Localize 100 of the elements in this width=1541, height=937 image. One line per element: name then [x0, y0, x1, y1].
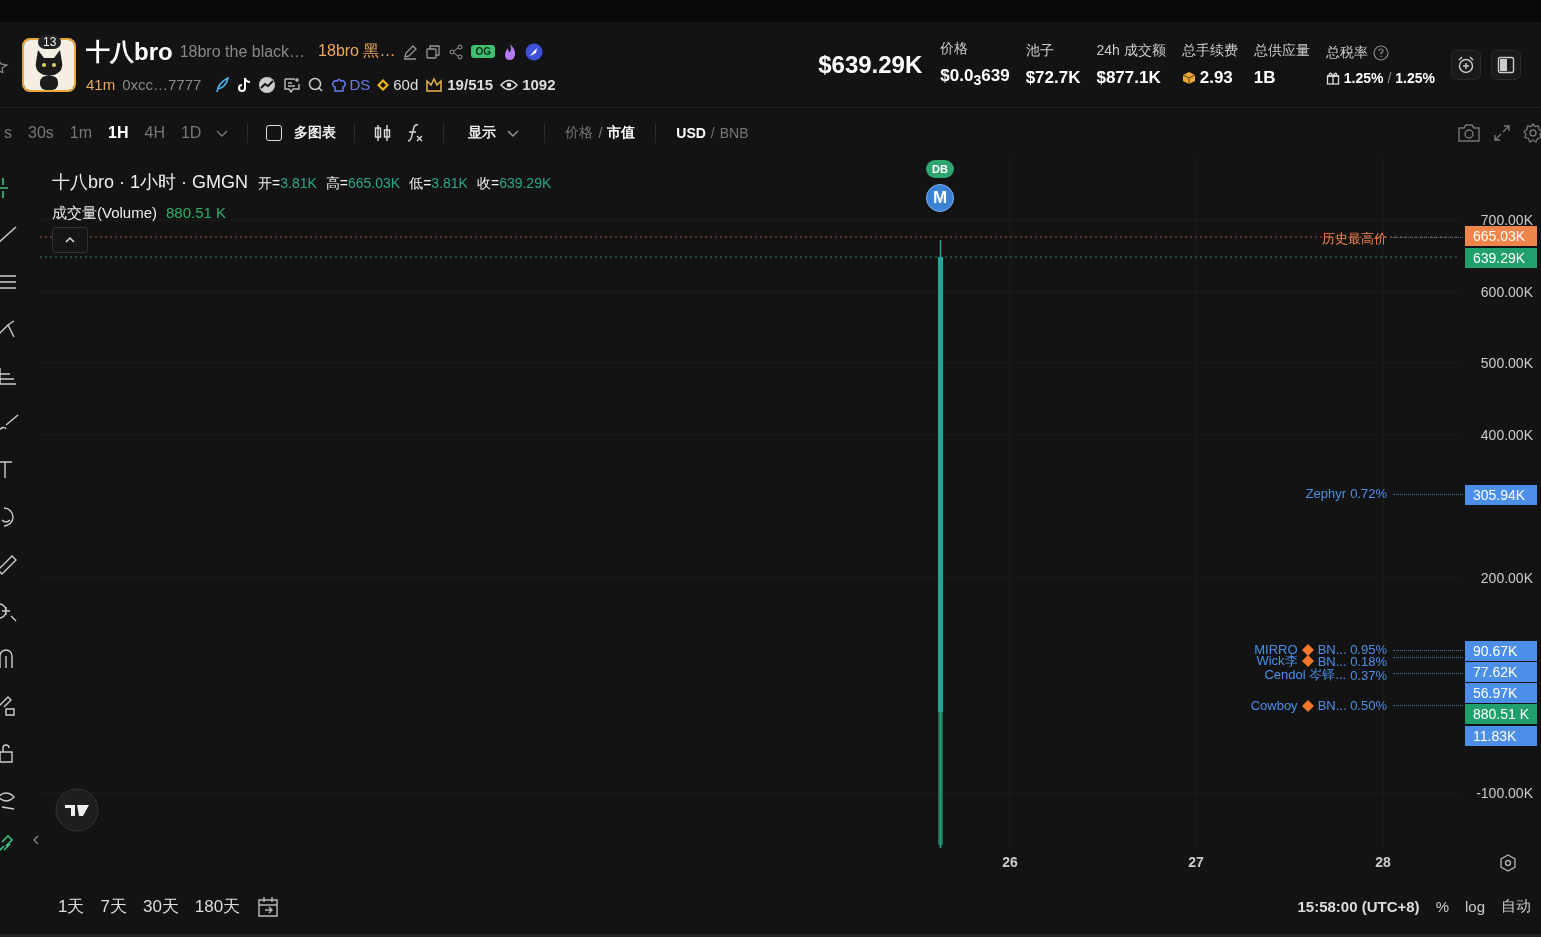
display-dropdown[interactable]: 显示: [462, 123, 527, 143]
auto-toggle[interactable]: 自动: [1501, 897, 1531, 916]
crown-icon: [425, 76, 444, 93]
price-axis-label: 200.00K: [1480, 570, 1533, 586]
time-zone-label[interactable]: 15:58:00 (UTC+8): [1297, 898, 1420, 915]
token-full-name: 18bro the black…: [179, 42, 306, 61]
token-age: 41m: [86, 76, 116, 93]
interval-tab[interactable]: 30s: [26, 124, 56, 142]
camera-icon[interactable]: [1457, 123, 1481, 143]
panel-toggle-button[interactable]: [1491, 49, 1521, 80]
ohlc-value: 639.29K: [499, 175, 552, 191]
alarm-add-button[interactable]: [1451, 49, 1481, 80]
interval-tab[interactable]: 1D: [178, 124, 204, 142]
separator: /: [1387, 69, 1392, 86]
chart-title: 十八bro · 1小时 · GMGN: [52, 171, 248, 194]
price-mode-toggle[interactable]: 价格: [563, 124, 596, 142]
price-mode-toggle[interactable]: 市值: [605, 124, 638, 142]
stat-label: 24h 成交额: [1096, 41, 1166, 60]
ohlc-value: 3.81K: [431, 175, 468, 191]
price-tag: 639.29K: [1465, 248, 1537, 268]
chevron-down-icon[interactable]: [215, 128, 230, 138]
range-button[interactable]: 7天: [100, 895, 127, 918]
price-axis-label: 400.00K: [1480, 427, 1533, 443]
music-note-icon[interactable]: [237, 76, 252, 93]
interval-tab[interactable]: 4H: [142, 124, 167, 142]
range-button[interactable]: 30天: [142, 895, 179, 918]
trade-marker[interactable]: M: [926, 184, 954, 212]
gift-icon: [1325, 70, 1340, 85]
stat-value: $72.7K: [1025, 67, 1081, 88]
chart-circle-icon[interactable]: [258, 75, 277, 94]
checkbox[interactable]: [266, 125, 283, 141]
time-axis-label: 26: [1001, 854, 1019, 870]
bnb-icon: [377, 78, 390, 91]
time-axis-label: 27: [1187, 854, 1205, 870]
chat-plus-icon[interactable]: [283, 76, 302, 93]
currency-toggle[interactable]: BNB: [717, 125, 751, 141]
price-tag: 880.51 K: [1465, 704, 1537, 724]
stat-label: 价格: [940, 40, 969, 59]
diamond-icon: [1301, 643, 1314, 656]
range-button[interactable]: 180天: [194, 895, 241, 918]
stat-value: $0.0$_{3}$639: [940, 66, 1010, 89]
collapse-button[interactable]: [52, 227, 88, 253]
multi-chart-label[interactable]: 多图表: [294, 124, 337, 142]
price-tag: 11.83K: [1465, 726, 1537, 746]
ohlc-label: 低=: [409, 175, 432, 193]
volume-value: 880.51 K: [166, 204, 227, 221]
settings-icon[interactable]: [1523, 123, 1541, 143]
feather-icon[interactable]: [214, 76, 231, 93]
chef-hat-icon: [331, 76, 348, 93]
cube-icon: [1181, 70, 1196, 85]
ohlc-label: 高=: [325, 175, 348, 193]
search-icon[interactable]: [308, 76, 325, 93]
chain-age: 60d: [377, 76, 419, 93]
percent-toggle[interactable]: %: [1435, 898, 1449, 915]
price-tag: 56.97K: [1465, 683, 1537, 703]
count-badge: 13: [38, 34, 62, 49]
ohlc-label: 收=: [476, 175, 500, 193]
ohlc-label: 开=: [258, 175, 281, 193]
price-tag: 90.67K: [1465, 641, 1537, 661]
calendar-icon[interactable]: [256, 895, 281, 918]
stat-label: 总供应量: [1253, 41, 1310, 60]
interval-tab[interactable]: 1m: [67, 124, 95, 142]
market-cap: $639.29K: [818, 50, 923, 79]
price-tag: 665.03K: [1465, 226, 1537, 246]
price-axis-label: 500.00K: [1480, 355, 1533, 371]
stat-value: 1.25%: [1343, 69, 1384, 86]
ds-link[interactable]: DS: [331, 76, 371, 93]
log-toggle[interactable]: log: [1464, 898, 1485, 915]
chevron-left-icon[interactable]: [32, 834, 40, 846]
expand-icon[interactable]: [1493, 124, 1511, 142]
trader-name: Cowboy: [1250, 698, 1298, 713]
price-tag: 77.62K: [1465, 662, 1537, 682]
interval-tab[interactable]: s: [2, 124, 14, 142]
ohlc-value: 665.03K: [348, 175, 401, 191]
copy-icon[interactable]: [425, 43, 442, 60]
help-icon[interactable]: [1372, 44, 1389, 61]
separator: /: [598, 125, 603, 141]
settings-icon[interactable]: [1498, 853, 1518, 873]
view-count: 1092: [500, 76, 556, 93]
interval-tab[interactable]: 1H: [106, 124, 131, 142]
separator: /: [710, 125, 715, 141]
flame-icon: [502, 42, 518, 61]
panel-icon: [1497, 55, 1515, 74]
currency-toggle[interactable]: USD: [674, 125, 708, 141]
token-name: 十八bro: [86, 36, 173, 67]
range-button[interactable]: 1天: [58, 895, 85, 918]
stat-value: 1.25%: [1395, 69, 1435, 86]
trader-detail: 0.37%: [1350, 667, 1387, 683]
edit-icon[interactable]: [402, 43, 419, 60]
trader-name: Cendol 岑铎...: [1264, 667, 1347, 684]
volume-label: 成交量(Volume): [52, 204, 158, 223]
time-axis-label: 28: [1374, 854, 1392, 870]
logo-icon[interactable]: [55, 788, 99, 832]
share-icon[interactable]: [448, 43, 465, 60]
contract-address[interactable]: 0xcc…7777: [122, 76, 202, 93]
og-badge: OG: [471, 45, 495, 58]
price-axis-label: 700.00K: [1480, 212, 1533, 228]
stat-value: 1B: [1253, 67, 1276, 88]
trader-detail: 0.72%: [1350, 486, 1387, 501]
stat-label: 总手续费: [1181, 41, 1238, 60]
